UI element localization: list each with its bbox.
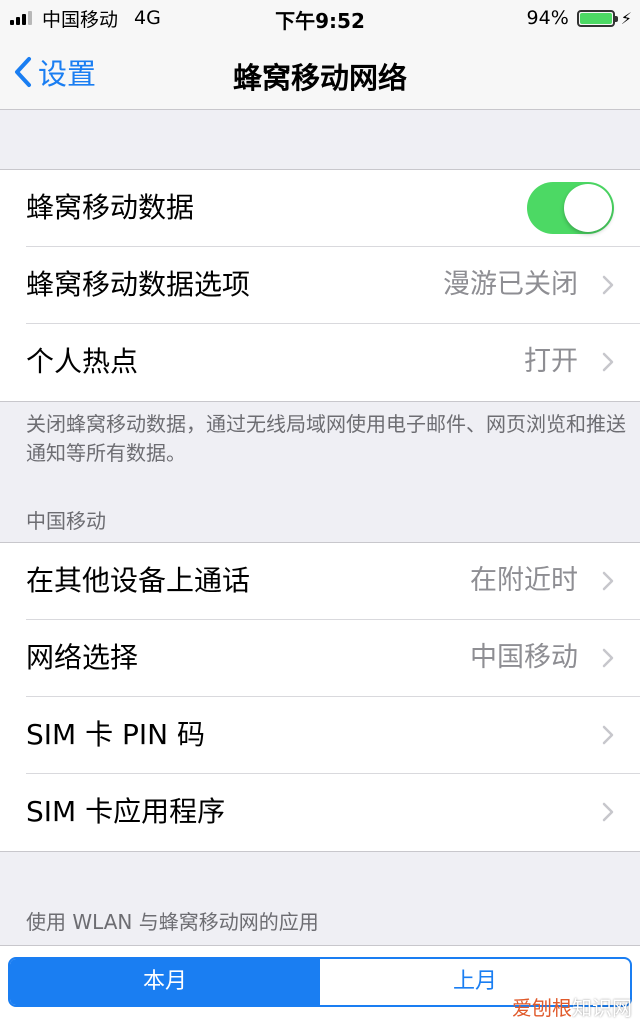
chevron-right-icon <box>602 725 614 745</box>
carrier-group: 在其他设备上通话 在附近时 网络选择 中国移动 SIM 卡 PIN 码 SIM … <box>0 542 640 852</box>
personal-hotspot-row[interactable]: 个人热点 打开 <box>0 324 640 401</box>
sim-pin-row[interactable]: SIM 卡 PIN 码 <box>0 697 640 774</box>
calls-other-devices-label: 在其他设备上通话 <box>26 564 251 597</box>
calls-other-devices-row[interactable]: 在其他设备上通话 在附近时 <box>0 543 640 620</box>
chevron-right-icon <box>602 648 614 668</box>
calls-other-devices-value: 在附近时 <box>470 565 578 596</box>
cellular-data-label: 蜂窝移动数据 <box>26 191 195 224</box>
carrier-section-header: 中国移动 <box>26 509 106 533</box>
chevron-right-icon <box>602 802 614 822</box>
sim-apps-row[interactable]: SIM 卡应用程序 <box>0 774 640 851</box>
cellular-data-options-label: 蜂窝移动数据选项 <box>26 268 251 301</box>
segment-this-month[interactable]: 本月 <box>10 959 320 1005</box>
page-title: 蜂窝移动网络 <box>232 61 407 95</box>
cellular-data-options-row[interactable]: 蜂窝移动数据选项 漫游已关闭 <box>0 247 640 324</box>
status-bar: 中国移动 4G 下午9:52 94% ⚡ <box>0 0 640 36</box>
cellular-data-row: 蜂窝移动数据 <box>0 170 640 247</box>
personal-hotspot-label: 个人热点 <box>26 345 139 378</box>
network-selection-row[interactable]: 网络选择 中国移动 <box>0 620 640 697</box>
watermark: 爱刨根知识网 <box>512 992 632 1021</box>
network-selection-value: 中国移动 <box>470 642 578 673</box>
watermark-suffix: 知识网 <box>572 996 632 1020</box>
chevron-right-icon <box>602 275 614 295</box>
cellular-data-toggle[interactable] <box>527 182 614 234</box>
charging-bolt-icon: ⚡ <box>620 8 632 28</box>
sim-apps-label: SIM 卡应用程序 <box>26 795 226 828</box>
personal-hotspot-value: 打开 <box>524 346 578 377</box>
network-selection-label: 网络选择 <box>26 641 139 674</box>
battery-percent: 94% <box>526 7 569 29</box>
watermark-brand: 爱刨根 <box>512 996 572 1020</box>
status-right: 94% ⚡ <box>527 6 632 30</box>
chevron-right-icon <box>602 571 614 591</box>
cellular-data-options-value: 漫游已关闭 <box>443 269 578 300</box>
chevron-right-icon <box>602 352 614 372</box>
cellular-data-group: 蜂窝移动数据 蜂窝移动数据选项 漫游已关闭 个人热点 打开 <box>0 169 640 402</box>
navigation-bar: 设置 蜂窝移动网络 <box>0 36 640 110</box>
cellular-data-footer-note: 关闭蜂窝移动数据，通过无线局域网使用电子邮件、网页浏览和推送通知等所有数据。 <box>26 412 626 465</box>
apps-section-header: 使用 WLAN 与蜂窝移动网的应用 <box>26 910 319 934</box>
sim-pin-label: SIM 卡 PIN 码 <box>26 718 205 751</box>
battery-icon <box>576 9 618 27</box>
